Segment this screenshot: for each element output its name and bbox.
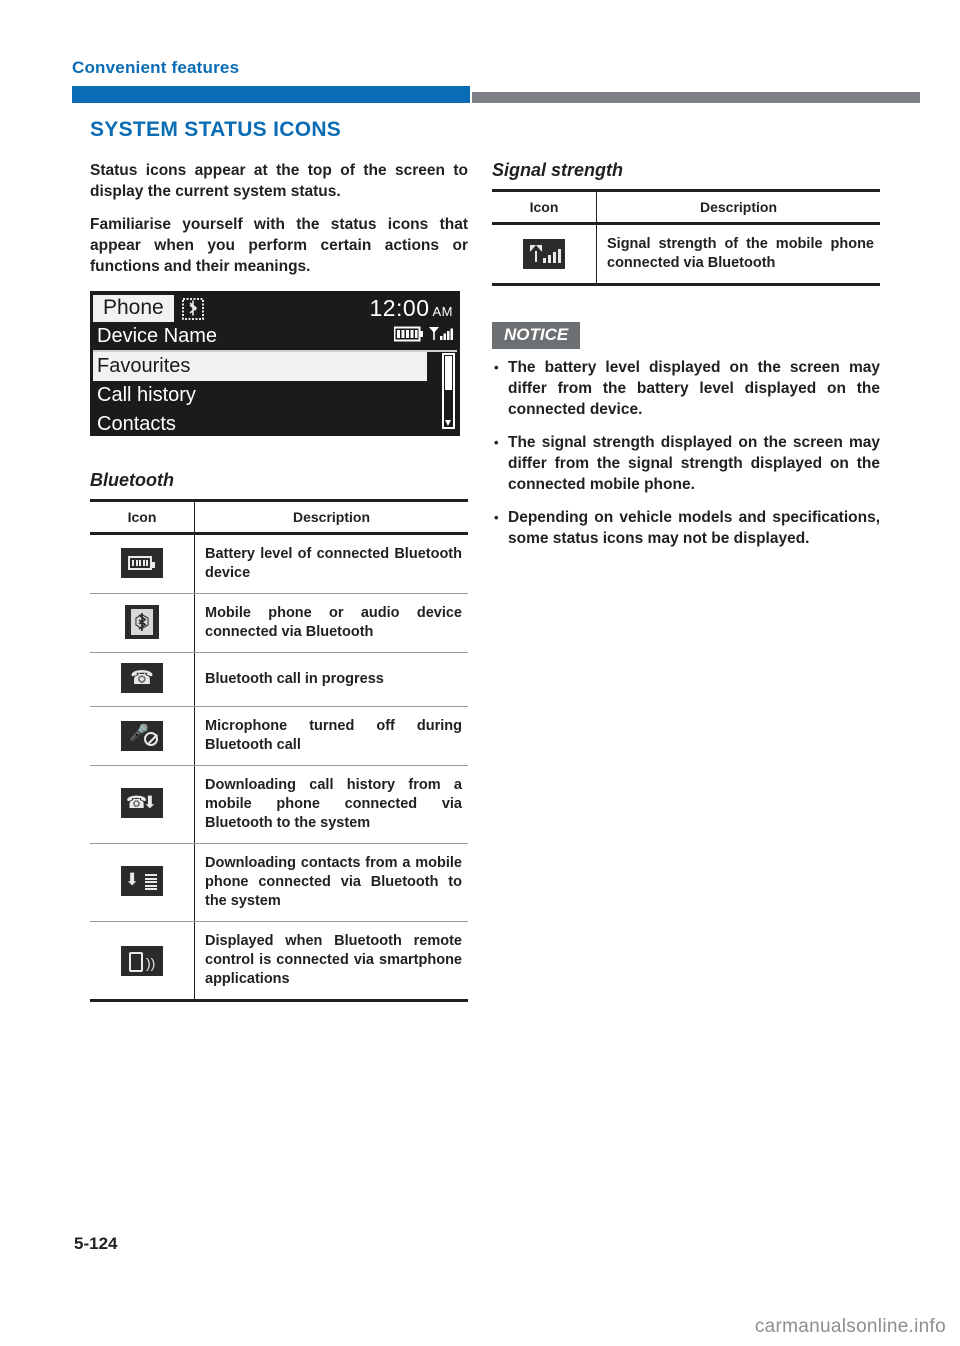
download-contacts-icon: ⬇ — [121, 866, 163, 896]
header-rule-gray — [472, 92, 920, 103]
notice-list: The battery level displayed on the scree… — [492, 357, 880, 549]
left-column: SYSTEM STATUS ICONS Status icons appear … — [90, 118, 468, 1002]
intro-paragraph-2: Familiarise yourself with the status ico… — [90, 216, 468, 275]
notice-item: Depending on vehicle models and specific… — [492, 507, 880, 549]
battery-level-icon — [121, 547, 163, 578]
column-header-description: Description — [596, 190, 880, 225]
screen-clock: 12:00 AM — [369, 295, 457, 322]
description-cell: Signal strength of the mobile phone conn… — [607, 236, 874, 271]
icon-cell: ☎ — [90, 652, 195, 707]
table-row: ☎ Bluetooth call in progress — [90, 652, 468, 707]
clock-time: 12:00 — [369, 295, 430, 321]
icon-cell: ⬇ — [90, 843, 195, 922]
table-row: ☎ ⬇ Downloading call history from a mobi… — [90, 765, 468, 844]
column-header-icon: Icon — [90, 500, 195, 535]
table-row: 🎤 Microphone turned off during Bluetooth… — [90, 706, 468, 766]
table-row: ⬇ Downloading contacts from a mobile pho… — [90, 843, 468, 922]
signal-table-heading: Signal strength — [492, 160, 624, 180]
description-cell: Bluetooth call in progress — [194, 652, 468, 707]
icon-underline — [121, 578, 163, 581]
signal-strength-icon — [523, 239, 565, 269]
icon-overline — [121, 718, 163, 720]
screen-title-row: Phone 12:00 AM — [93, 294, 457, 323]
icon-cell: )) — [90, 921, 195, 1001]
page-number: 5-124 — [74, 1234, 118, 1253]
chapter-title: Convenient features — [72, 58, 240, 77]
icon-cell: 🎤 — [90, 706, 195, 766]
call-in-progress-icon: ☎ — [121, 663, 163, 693]
table-header-row: Icon Description — [492, 190, 880, 225]
device-screen-illustration: Phone 12:00 AM Device Name Favourites Ca… — [90, 291, 460, 436]
description-cell: Battery level of connected Bluetooth dev… — [194, 533, 468, 594]
icon-overline — [523, 236, 565, 238]
column-header-icon: Icon — [492, 190, 597, 225]
icon-underline — [121, 752, 163, 754]
intro-paragraph-1: Status icons appear at the top of the sc… — [90, 162, 468, 200]
page-title: SYSTEM STATUS ICONS — [90, 118, 342, 141]
battery-icon — [393, 326, 424, 347]
description-cell: Microphone turned off during Bluetooth c… — [194, 706, 468, 766]
signal-strength-table: Icon Description Signal strength of the … — [492, 189, 880, 286]
scrollbar-down-arrow-icon[interactable] — [445, 420, 451, 426]
icon-underline — [121, 897, 163, 899]
screen-scrollbar[interactable] — [442, 353, 455, 429]
bluetooth-connected-icon: ⬡ — [125, 604, 159, 639]
notice-item: The signal strength displayed on the scr… — [492, 432, 880, 495]
icon-cell — [492, 223, 597, 285]
screen-menu-item-call-history[interactable]: Call history — [93, 381, 457, 410]
icon-underline — [121, 694, 163, 696]
description-cell: Downloading call history from a mobile p… — [194, 765, 468, 844]
column-header-description: Description — [194, 500, 468, 535]
bluetooth-remote-control-icon: )) — [121, 945, 163, 976]
notice-label: NOTICE — [492, 322, 581, 349]
table-row: Battery level of connected Bluetooth dev… — [90, 533, 468, 594]
microphone-off-icon: 🎤 — [121, 721, 163, 751]
clock-ampm: AM — [432, 304, 453, 319]
table-row: ⬡ Mobile phone or audio device connected… — [90, 593, 468, 653]
download-call-history-icon: ☎ ⬇ — [121, 788, 163, 818]
icon-underline — [121, 639, 163, 642]
description-cell: Mobile phone or audio device connected v… — [194, 593, 468, 653]
bluetooth-icon — [181, 297, 204, 320]
description-cell: Downloading contacts from a mobile phone… — [194, 843, 468, 922]
icon-underline — [523, 270, 565, 272]
table-row: Signal strength of the mobile phone conn… — [492, 223, 880, 285]
bluetooth-table-heading: Bluetooth — [90, 470, 174, 490]
icon-cell: ☎ ⬇ — [90, 765, 195, 844]
screen-title: Phone — [93, 295, 174, 322]
screen-menu-item-favourites[interactable]: Favourites — [93, 352, 427, 381]
notice-item: The battery level displayed on the scree… — [492, 357, 880, 420]
screen-status-icons — [393, 325, 457, 348]
table-header-row: Icon Description — [90, 500, 468, 535]
icon-cell — [90, 533, 195, 594]
device-name-label: Device Name — [97, 325, 218, 347]
screen-device-name-row: Device Name — [93, 323, 457, 352]
icon-cell: ⬡ — [90, 593, 195, 653]
watermark: carmanualsonline.info — [754, 1316, 946, 1337]
icon-underline — [121, 819, 163, 821]
description-cell: Displayed when Bluetooth remote control … — [205, 933, 462, 987]
scrollbar-thumb[interactable] — [445, 356, 452, 390]
header-rule-blue — [72, 86, 470, 103]
screen-menu-item-contacts[interactable]: Contacts — [93, 410, 457, 439]
bluetooth-icon-table: Icon Description Battery level of connec… — [90, 499, 468, 1002]
table-row: )) Displayed when Bluetooth remote contr… — [90, 921, 468, 1001]
right-column: Signal strength Icon Description Signal … — [492, 160, 880, 561]
signal-icon — [427, 325, 453, 348]
